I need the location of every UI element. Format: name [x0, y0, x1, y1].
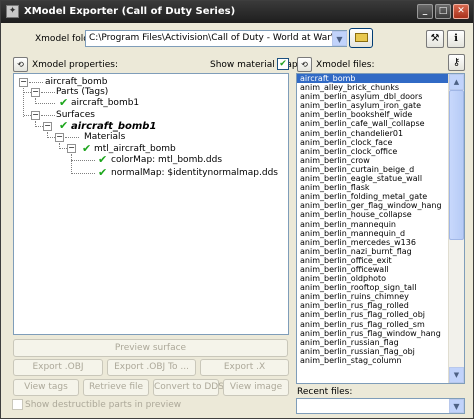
check-icon: ✔	[59, 96, 69, 109]
refresh-properties-button[interactable]: ⟲	[13, 57, 28, 72]
file-list-item[interactable]: anim_berlin_officewall	[297, 265, 448, 274]
file-list-item[interactable]: anim_berlin_folding_metal_gate	[297, 192, 448, 201]
file-list-item[interactable]: anim_berlin_russian_flag_obj	[297, 347, 448, 356]
window-title: XModel Exporter (Call of Duty Series)	[24, 6, 236, 17]
file-list-item[interactable]: anim_berlin_rooftop_sign_tall	[297, 283, 448, 292]
file-list-item[interactable]: anim_berlin_rus_flag_rolled_obj	[297, 310, 448, 319]
file-list-item[interactable]: anim_berlin_nazi_burnt_flag	[297, 247, 448, 256]
file-list-item[interactable]: anim_berlin_oldphoto	[297, 274, 448, 283]
properties-tree[interactable]: − aircraft_bomb − Parts (Tags) ✔ aircraf…	[13, 73, 289, 335]
folder-path-dropdown[interactable]: C:\Program Files\Activision\Call of Duty…	[85, 30, 347, 47]
folder-open-icon	[354, 33, 368, 42]
export-x-button[interactable]: Export .X	[200, 359, 289, 376]
convert-dds-button[interactable]: Convert to DDS	[153, 379, 224, 396]
maximize-button[interactable]: □	[435, 4, 451, 19]
file-list-item[interactable]: anim_berlin_mannequin_d	[297, 229, 448, 238]
chevron-down-icon[interactable]: ▼	[332, 31, 347, 46]
files-list[interactable]: aircraft_bomb anim_alley_brick_chunks anim…	[297, 74, 448, 383]
file-list-item[interactable]: aircraft_bomb	[297, 74, 448, 84]
tree-node-colormap[interactable]: colorMap: mtl_bomb.dds	[111, 155, 222, 166]
check-icon: ✔	[98, 166, 108, 179]
file-list-item[interactable]: anim_berlin_rus_flag_rolled	[297, 301, 448, 310]
chevron-down-icon[interactable]: ▼	[449, 399, 464, 413]
expander-surfaces[interactable]: −	[31, 111, 40, 120]
file-list-item[interactable]: anim_berlin_flask	[297, 183, 448, 192]
expander-materials[interactable]: −	[55, 133, 64, 142]
preview-surface-button[interactable]: Preview surface	[13, 339, 288, 357]
file-list-item[interactable]: anim_berlin_clock_face	[297, 138, 448, 147]
show-material-maps-checkbox[interactable]: ✔	[277, 58, 289, 70]
scroll-thumb[interactable]	[449, 90, 464, 240]
title-bar[interactable]: ✦ XModel Exporter (Call of Duty Series) …	[1, 1, 473, 23]
folder-path-value: C:\Program Files\Activision\Call of Duty…	[89, 33, 347, 43]
file-list-item[interactable]: anim_berlin_mercedes_w136	[297, 238, 448, 247]
files-label: Xmodel files:	[316, 60, 375, 70]
file-list-item[interactable]: anim_berlin_crow	[297, 156, 448, 165]
check-icon: ✔	[98, 153, 108, 166]
file-list-item[interactable]: anim_berlin_eagle_statue_wall	[297, 174, 448, 183]
refresh-icon: ⟲	[17, 60, 24, 69]
key-icon: ⚷	[452, 57, 461, 68]
tree-node-normalmap[interactable]: normalMap: $identitynormalmap.dds	[111, 168, 278, 179]
show-destructible-label: Show destructible parts in preview	[25, 400, 182, 410]
check-icon: ✔	[82, 142, 92, 155]
tree-node-part1[interactable]: aircraft_bomb1	[71, 98, 139, 109]
file-list-item[interactable]: anim_berlin_office_exit	[297, 256, 448, 265]
expander-surface1[interactable]: −	[43, 122, 52, 131]
check-icon: ✔	[59, 119, 69, 132]
file-list-item[interactable]: anim_berlin_bookshelf_wide	[297, 110, 448, 119]
file-list-item[interactable]: anim_berlin_ger_flag_window_hang	[297, 201, 448, 210]
info-button[interactable]: ℹ	[447, 30, 465, 48]
recent-files-label: Recent files:	[297, 387, 353, 397]
expander-root[interactable]: −	[19, 78, 28, 87]
settings-button[interactable]: ⚒	[426, 30, 444, 48]
search-files-button[interactable]: ⚷	[448, 54, 465, 71]
files-scrollbar[interactable]: ▲ ▼	[448, 74, 464, 383]
file-list-item[interactable]: anim_berlin_mannequin	[297, 220, 448, 229]
tree-node-surface1[interactable]: aircraft_bomb1	[71, 121, 156, 132]
app-icon: ✦	[6, 5, 19, 18]
file-list-item[interactable]: anim_berlin_clock_office	[297, 147, 448, 156]
scroll-up-icon[interactable]: ▲	[449, 74, 464, 90]
export-obj-to-button[interactable]: Export .OBJ To ...	[107, 359, 196, 376]
expander-parts[interactable]: −	[31, 88, 40, 97]
close-button[interactable]: ✕	[453, 4, 469, 19]
refresh-files-button[interactable]: ⟲	[297, 57, 312, 72]
file-list-item[interactable]: anim_berlin_stag_column	[297, 356, 448, 365]
view-tags-button[interactable]: View tags	[13, 379, 79, 396]
recent-files-dropdown[interactable]	[296, 398, 465, 414]
info-icon: ℹ	[454, 33, 458, 44]
file-list-item[interactable]: anim_berlin_house_collapse	[297, 210, 448, 219]
file-list-item[interactable]: anim_berlin_chandelier01	[297, 129, 448, 138]
minimize-button[interactable]: _	[417, 4, 433, 19]
file-list-item[interactable]: anim_berlin_russian_flag	[297, 338, 448, 347]
file-list-item[interactable]: anim_berlin_curtain_beige_d	[297, 165, 448, 174]
file-list-item[interactable]: anim_berlin_asylum_dbl_doors	[297, 92, 448, 101]
expander-material1[interactable]: −	[67, 144, 76, 153]
file-list-item[interactable]: anim_berlin_rus_flag_window_hang	[297, 329, 448, 338]
retrieve-file-button[interactable]: Retrieve file	[83, 379, 149, 396]
export-obj-button[interactable]: Export .OBJ	[13, 359, 103, 376]
file-list-item[interactable]: anim_alley_brick_chunks	[297, 83, 448, 92]
browse-folder-button[interactable]	[349, 28, 373, 48]
file-list-item[interactable]: anim_berlin_cafe_wall_collapse	[297, 119, 448, 128]
show-destructible-checkbox[interactable]	[12, 399, 23, 410]
files-list-panel[interactable]: aircraft_bomb anim_alley_brick_chunks anim…	[296, 73, 465, 384]
app-window: ✦ XModel Exporter (Call of Duty Series) …	[0, 0, 474, 419]
file-list-item[interactable]: anim_berlin_rus_flag_rolled_sm	[297, 320, 448, 329]
properties-label: Xmodel properties:	[32, 60, 119, 70]
tools-icon: ⚒	[430, 33, 440, 44]
view-image-button[interactable]: View image	[223, 379, 289, 396]
refresh-icon: ⟲	[301, 60, 308, 69]
scroll-down-icon[interactable]: ▼	[449, 367, 464, 383]
file-list-item[interactable]: anim_berlin_asylum_iron_gate	[297, 101, 448, 110]
file-list-item[interactable]: anim_berlin_ruins_chimney	[297, 292, 448, 301]
